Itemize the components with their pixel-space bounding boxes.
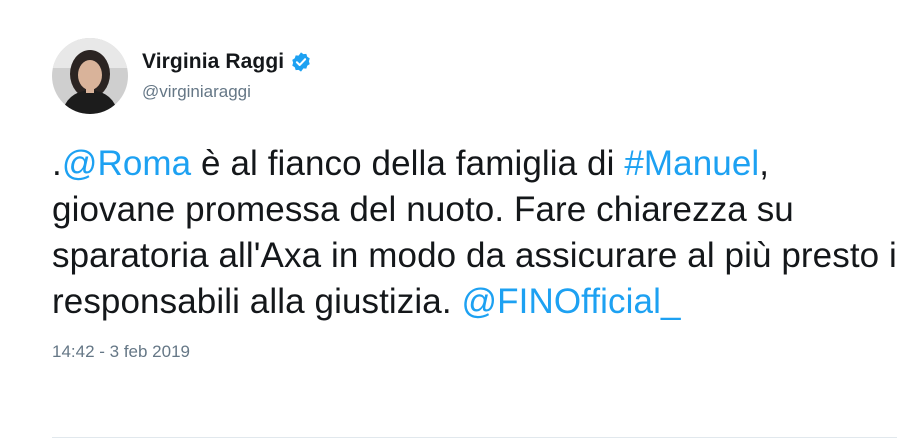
hashtag-link[interactable]: #Manuel	[624, 144, 759, 183]
verified-badge-icon	[290, 51, 312, 73]
tweet-text-segment: è al fianco della famiglia di	[191, 144, 625, 183]
avatar-image	[52, 38, 128, 114]
mention-link[interactable]: @FINOfficial_	[462, 282, 681, 321]
tweet-text: .@Roma è al fianco della famiglia di #Ma…	[52, 141, 897, 325]
display-name[interactable]: Virginia Raggi	[142, 50, 284, 74]
name-row: Virginia Raggi	[142, 50, 312, 74]
mention-link[interactable]: @Roma	[62, 144, 191, 183]
tweet-timestamp[interactable]: 14:42 - 3 feb 2019	[52, 342, 897, 362]
author-block: Virginia Raggi @virginiaraggi	[142, 50, 312, 102]
divider	[52, 437, 897, 438]
tweet-card: Virginia Raggi @virginiaraggi .@Roma è a…	[52, 38, 897, 362]
tweet-header: Virginia Raggi @virginiaraggi	[52, 38, 897, 114]
user-handle[interactable]: @virginiaraggi	[142, 82, 312, 102]
avatar[interactable]	[52, 38, 128, 114]
tweet-text-segment: .	[52, 144, 62, 183]
